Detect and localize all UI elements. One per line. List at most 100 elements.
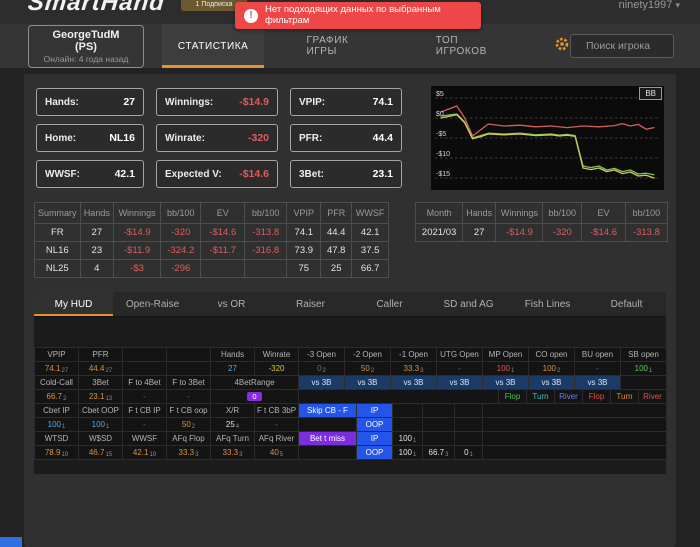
hud-cell-33-3[interactable]: 33.3 3 (391, 362, 437, 376)
hud-tab-open-raise[interactable]: Open-Raise (113, 292, 192, 316)
hud-cell-[interactable]: - (255, 418, 299, 432)
player-search[interactable] (570, 34, 674, 58)
hud-cell-100[interactable]: 100 1 (35, 418, 79, 432)
hud-cell-[interactable]: - (167, 390, 211, 404)
hud-cell-afq-flop[interactable]: AFq Flop (167, 432, 211, 446)
hud-cell-23-1[interactable]: 23.1 13 (79, 390, 123, 404)
hud-cell-wtsd[interactable]: WTSD (35, 432, 79, 446)
hud-cell-vs-3b[interactable]: vs 3B (437, 376, 483, 390)
hud-cell-ip[interactable]: IP (357, 432, 393, 446)
hud-cell-0[interactable]: 01 (455, 446, 483, 460)
hud-cell-vs-3b[interactable]: vs 3B (529, 376, 575, 390)
hud-cell-1-open[interactable]: -1 Open (391, 348, 437, 362)
hud-cell-100[interactable]: 100 1 (393, 432, 423, 446)
hud-tab-raiser[interactable]: Raiser (271, 292, 350, 316)
hud-cell-turn[interactable]: Turn (611, 390, 639, 404)
hud-cell-50[interactable]: 50 2 (345, 362, 391, 376)
hud-cell-[interactable]: - (437, 362, 483, 376)
hud-cell-33-3[interactable]: 33.3 3 (167, 446, 211, 460)
hud-cell-0[interactable]: 02 (299, 362, 345, 376)
hud-tab-my-hud[interactable]: My HUD (34, 292, 113, 316)
hud-cell-78-9[interactable]: 78.9 19 (35, 446, 79, 460)
hud-cell-[interactable]: - (575, 362, 621, 376)
hud-cell-flop[interactable]: Flop (583, 390, 611, 404)
hud-cell-f-t-cb-oop[interactable]: F t CB oop (167, 404, 211, 418)
hud-cell-vs-3b[interactable]: vs 3B (483, 376, 529, 390)
hud-cell-co-open[interactable]: CO open (529, 348, 575, 362)
hud-cell-sb-open[interactable]: SB open (621, 348, 667, 362)
hud-cell-cbet-ip[interactable]: Cbet IP (35, 404, 79, 418)
hud-cell-3bet[interactable]: 3Bet (79, 376, 123, 390)
hud-tab-caller[interactable]: Caller (350, 292, 429, 316)
bb-toggle[interactable]: BB (639, 87, 662, 100)
hud-cell-[interactable]: - (123, 418, 167, 432)
hud-cell-3-open[interactable]: -3 Open (299, 348, 345, 362)
hud-cell-pfr[interactable]: PFR (79, 348, 123, 362)
hud-cell-vs-3b[interactable]: vs 3B (345, 376, 391, 390)
hud-cell-2-open[interactable]: -2 Open (345, 348, 391, 362)
hud-cell-66-7[interactable]: 66.7 3 (423, 446, 455, 460)
hud-cell-mp-open[interactable]: MP Open (483, 348, 529, 362)
hud-cell-f-t-cb-ip[interactable]: F t CB IP (123, 404, 167, 418)
hud-cell-f-t-cb-3bp[interactable]: F t CB 3bP (255, 404, 299, 418)
hud-cell-flop[interactable]: Flop (499, 390, 527, 404)
hud-cell-hands[interactable]: Hands (211, 348, 255, 362)
hud-cell-vs-3b[interactable]: vs 3B (575, 376, 621, 390)
hud-cell-66-7[interactable]: 66.7 2 (35, 390, 79, 404)
player-selector[interactable]: GeorgeTudM (PS) Онлайн: 4 года назад (28, 24, 144, 68)
hud-cell-empty (483, 404, 667, 418)
hud-cell-bu-open[interactable]: BU open (575, 348, 621, 362)
hud-cell-0[interactable]: 0 (211, 390, 299, 404)
tab-статистика[interactable]: СТАТИСТИКА (161, 24, 265, 68)
hud-cell-ip[interactable]: IP (357, 404, 393, 418)
hud-cell-wwsf[interactable]: WWSF (123, 432, 167, 446)
hud-tab-fish-lines[interactable]: Fish Lines (508, 292, 587, 316)
hud-cell-w$sd[interactable]: W$SD (79, 432, 123, 446)
hud-cell-27[interactable]: 27 (211, 362, 255, 376)
hud-cell-vs-3b[interactable]: vs 3B (299, 376, 345, 390)
hud-cell-4betrange[interactable]: 4BetRange (211, 376, 299, 390)
hud-cell-320[interactable]: -320 (255, 362, 299, 376)
hud-cell-100[interactable]: 100 1 (483, 362, 529, 376)
hud-cell-100[interactable]: 100 1 (79, 418, 123, 432)
hud-cell-turn[interactable]: Turn (527, 390, 555, 404)
hud-cell-100[interactable]: 100 1 (393, 446, 423, 460)
hud-cell-f-to-3bet[interactable]: F to 3Bet (167, 376, 211, 390)
tab-топ-игроков[interactable]: ТОП ИГРОКОВ (420, 24, 524, 68)
hud-cell-50[interactable]: 50 2 (167, 418, 211, 432)
hud-tab-vs-or[interactable]: vs OR (192, 292, 271, 316)
hud-cell-33-3[interactable]: 33.3 3 (211, 446, 255, 460)
hud-cell-44-4[interactable]: 44.4 27 (79, 362, 123, 376)
hud-cell-42-1[interactable]: 42.1 19 (123, 446, 167, 460)
hud-cell-vs-3b[interactable]: vs 3B (391, 376, 437, 390)
hud-cell-25[interactable]: 25 4 (211, 418, 255, 432)
hud-cell-river[interactable]: River (639, 390, 667, 404)
hud-cell-[interactable]: - (123, 390, 167, 404)
hud-cell-river[interactable]: River (555, 390, 583, 404)
search-input[interactable] (586, 40, 664, 52)
hud-cell-oop[interactable]: OOP (357, 418, 393, 432)
hud-cell-bet-t-miss[interactable]: Bet t miss (299, 432, 357, 446)
user-menu[interactable]: ninety1997 ▾ (619, 0, 680, 11)
hud-cell-46-7[interactable]: 46.7 15 (79, 446, 123, 460)
hud-cell-vpip[interactable]: VPIP (35, 348, 79, 362)
settings-button[interactable] (554, 36, 570, 57)
hud-cell-afq-river[interactable]: AFq River (255, 432, 299, 446)
hud-cell-x-r[interactable]: X/R (211, 404, 255, 418)
hud-tab-default[interactable]: Default (587, 292, 666, 316)
hud-cell-afq-turn[interactable]: AFq Turn (211, 432, 255, 446)
hud-cell-cbet-oop[interactable]: Cbet OOP (79, 404, 123, 418)
hud-cell-100[interactable]: 100 2 (529, 362, 575, 376)
stat-value: 74.1 (372, 96, 393, 108)
hud-cell-cold-call[interactable]: Cold-Call (35, 376, 79, 390)
hud-cell-winrate[interactable]: Winrate (255, 348, 299, 362)
hud-cell-100[interactable]: 100 1 (621, 362, 667, 376)
hud-cell-40[interactable]: 40 5 (255, 446, 299, 460)
hud-cell-utg-open[interactable]: UTG Open (437, 348, 483, 362)
hud-cell-skip-cb-f[interactable]: Skip CB - F (299, 404, 357, 418)
hud-tab-sd-and-ag[interactable]: SD and AG (429, 292, 508, 316)
hud-cell-f-to-4bet[interactable]: F to 4Bet (123, 376, 167, 390)
hud-cell-74-1[interactable]: 74.1 27 (35, 362, 79, 376)
hud-cell-oop[interactable]: OOP (357, 446, 393, 460)
tab-график-игры[interactable]: ГРАФИК ИГРЫ (290, 24, 393, 68)
